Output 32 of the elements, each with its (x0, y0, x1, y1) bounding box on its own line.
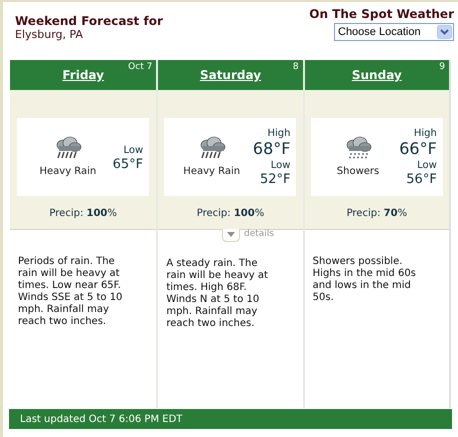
location-dropdown[interactable]: Choose Location (334, 23, 454, 41)
low-label: Low (417, 160, 437, 172)
day-link[interactable]: Saturday (200, 66, 262, 84)
low-temperature: 56°F (406, 172, 437, 186)
precipitation-text: Precip: 100% (196, 207, 264, 221)
location-name: Elysburg, PA (15, 28, 84, 42)
high-temperature: 68°F (252, 140, 290, 158)
condition-label: Showers (336, 164, 380, 178)
low-label: Low (270, 160, 290, 172)
low-label: Low (123, 144, 144, 156)
precipitation-text: Precip: 100% (49, 207, 117, 221)
condition-label: Heavy Rain (39, 164, 96, 178)
forecast-description: Showers possible. Highs in the mid 60s and lows in the mid 50s. (312, 256, 417, 304)
details-toggle[interactable]: details (222, 228, 274, 242)
condition-label: Heavy Rain (183, 164, 240, 178)
high-temperature: 66°F (399, 140, 437, 158)
date-label: Oct 7 (128, 61, 152, 74)
low-temperature: 52°F (260, 172, 290, 186)
brand-title: On The Spot Weather (309, 7, 454, 21)
high-label: High (268, 128, 290, 140)
date-label: 9 (439, 61, 445, 74)
forecast-title: Weekend Forecast for (15, 14, 163, 28)
forecast-description: A steady rain. The rain will be heavy at times. High 68F. Winds N at 5 to 10 mph. Rainfall may reach two inches. (166, 258, 269, 330)
low-temperature: 65°F (112, 156, 144, 172)
high-label: High (414, 128, 437, 140)
day-link[interactable]: Sunday (352, 66, 402, 84)
date-label: 8 (292, 61, 299, 74)
precipitation-text: Precip: 70% (346, 207, 408, 221)
chevron-down-icon (437, 25, 452, 39)
day-link[interactable]: Friday (62, 66, 104, 84)
forecast-description: Periods of rain. The rain will be heavy at times. Low near 65F. Winds SSE at 5 to 10 mph. Rainfall may reach two inches. (18, 256, 124, 328)
last-updated-text: Last updated Oct 7 6:06 PM EDT (20, 412, 182, 426)
